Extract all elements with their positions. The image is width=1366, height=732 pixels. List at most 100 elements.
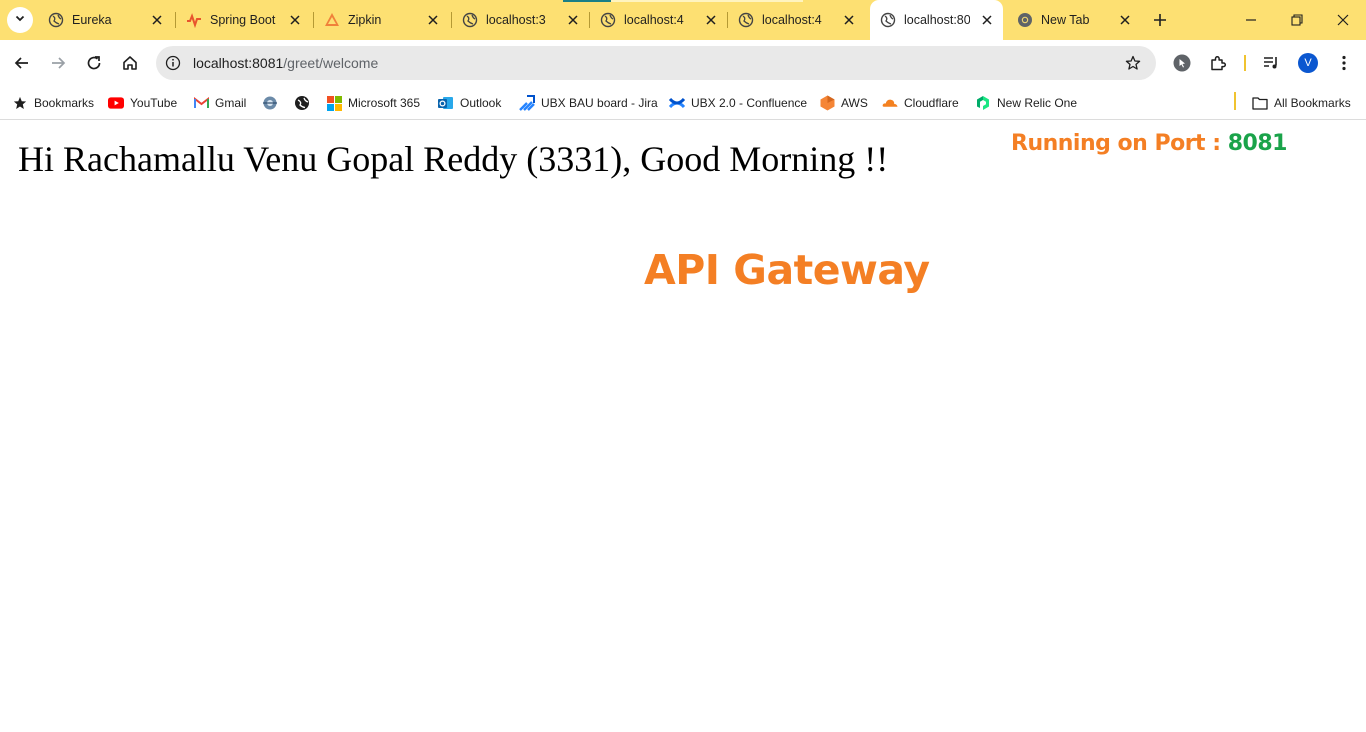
bookmarks-separator [1234, 92, 1236, 110]
tab-localhost-8081[interactable]: localhost:808 [870, 0, 1003, 40]
bookmark-label: Microsoft 365 [348, 96, 421, 110]
tab-new-tab[interactable]: New Tab [1007, 0, 1141, 40]
port-value: 8081 [1227, 131, 1288, 156]
url-path: /greet/welcome [283, 55, 379, 71]
tab-eureka[interactable]: Eureka [38, 0, 176, 40]
close-icon[interactable] [287, 12, 303, 28]
all-bookmarks-button[interactable]: All Bookmarks [1252, 91, 1351, 115]
cloudflare-icon [882, 95, 898, 111]
bookmark-item-outlook[interactable]: Outlook [438, 91, 501, 115]
toolbar-separator [1244, 55, 1246, 71]
tab-strip: Eureka Spring Boot Zipkin localhost:333 [0, 0, 1366, 40]
bookmark-item-youtube[interactable]: YouTube [108, 91, 177, 115]
globe-icon [48, 12, 64, 28]
reload-icon [87, 56, 101, 70]
bookmark-label: Gmail [215, 96, 247, 110]
close-icon[interactable] [149, 12, 165, 28]
site-info-icon[interactable] [164, 54, 182, 72]
bookmark-item-globe[interactable] [294, 91, 316, 115]
bookmark-label: YouTube [130, 96, 178, 110]
tab-search-button[interactable] [7, 7, 33, 33]
minimize-icon [1246, 19, 1256, 21]
close-icon[interactable] [841, 12, 857, 28]
bookmark-item-cloudflare[interactable]: Cloudflare [882, 91, 959, 115]
port-label: Running on Port : [1011, 131, 1228, 156]
tab-spring-boot[interactable]: Spring Boot [176, 0, 314, 40]
tab-localhost-444-b[interactable]: localhost:444 [728, 0, 866, 40]
bookmark-item-gmail[interactable]: Gmail [193, 91, 246, 115]
arrow-left-icon [14, 57, 28, 69]
star-icon [12, 95, 28, 111]
close-icon[interactable] [1117, 12, 1133, 28]
tab-title: Spring Boot [210, 13, 276, 27]
chevron-down-icon [14, 11, 26, 29]
reload-button[interactable] [78, 47, 110, 79]
close-icon[interactable] [565, 12, 581, 28]
bookmark-label: UBX 2.0 - Confluence [691, 96, 808, 110]
tab-localhost-444-a[interactable]: localhost:444 [590, 0, 728, 40]
tab-title: New Tab [1041, 13, 1090, 27]
extension-cursor-icon[interactable] [1170, 51, 1194, 75]
folder-icon [1252, 95, 1268, 111]
bookmark-label: Cloudflare [904, 96, 959, 110]
close-icon [1337, 14, 1349, 26]
profile-avatar[interactable]: V [1298, 53, 1318, 73]
bookmark-item-confluence[interactable]: UBX 2.0 - Confluence [669, 91, 807, 115]
bookmark-star-icon[interactable] [1124, 54, 1142, 72]
port-status: Running on Port : 8081 [1011, 131, 1287, 156]
home-button[interactable] [114, 47, 146, 79]
bookmarks-bar: Bookmarks YouTube Gmail Microsoft 365 Ou… [0, 86, 1366, 120]
bookmark-label: Bookmarks [34, 96, 95, 110]
bookmark-item-microsoft-365[interactable]: Microsoft 365 [326, 91, 420, 115]
minimize-button[interactable] [1228, 0, 1274, 40]
forward-button[interactable] [42, 47, 74, 79]
extensions-puzzle-icon[interactable] [1206, 51, 1230, 75]
close-icon[interactable] [425, 12, 441, 28]
menu-kebab-icon[interactable] [1332, 51, 1356, 75]
media-controls-icon[interactable] [1259, 51, 1283, 75]
aws-icon [819, 95, 835, 111]
tab-title: Eureka [72, 13, 112, 27]
bookmark-label: UBX BAU board - Jira [541, 96, 658, 110]
microsoft-icon [326, 95, 342, 111]
globe-icon [738, 12, 754, 28]
url-host: localhost:8081 [193, 55, 284, 71]
bookmark-label: AWS [841, 96, 868, 110]
globe-icon [600, 12, 616, 28]
home-icon [123, 56, 137, 70]
arrow-right-icon [52, 57, 66, 69]
address-bar[interactable]: localhost:8081/greet/welcome [156, 46, 1156, 80]
tab-zipkin[interactable]: Zipkin [314, 0, 452, 40]
jira-icon [519, 95, 535, 111]
new-relic-icon [975, 95, 991, 111]
spring-boot-admin-icon [186, 12, 202, 28]
url-text[interactable]: localhost:8081/greet/welcome [193, 55, 378, 71]
bookmark-item-app[interactable] [262, 91, 284, 115]
restore-button[interactable] [1274, 0, 1320, 40]
plus-icon [1154, 14, 1166, 26]
tab-title: Zipkin [348, 13, 382, 27]
close-window-button[interactable] [1320, 0, 1366, 40]
bookmark-item-jira[interactable]: UBX BAU board - Jira [519, 91, 658, 115]
globe-icon [880, 12, 896, 28]
close-icon[interactable] [979, 12, 995, 28]
globe-icon [294, 95, 310, 111]
new-tab-button[interactable] [1151, 11, 1169, 29]
youtube-icon [108, 95, 124, 111]
restore-icon [1291, 14, 1303, 26]
zipkin-icon [324, 12, 340, 28]
greeting-heading: Hi Rachamallu Venu Gopal Reddy (3331), G… [18, 139, 889, 179]
bookmark-label: Outlook [460, 96, 502, 110]
bookmark-item-bookmarks[interactable]: Bookmarks [12, 91, 94, 115]
gmail-icon [193, 95, 209, 111]
close-icon[interactable] [703, 12, 719, 28]
bookmark-item-new-relic[interactable]: New Relic One [975, 91, 1077, 115]
back-button[interactable] [6, 47, 38, 79]
bookmark-label: New Relic One [997, 96, 1078, 110]
bookmark-item-aws[interactable]: AWS [819, 91, 868, 115]
outlook-icon [438, 95, 454, 111]
tab-localhost-3331[interactable]: localhost:333 [452, 0, 590, 40]
confluence-icon [669, 95, 685, 111]
tab-title: localhost:444 [624, 13, 684, 27]
tab-title: localhost:444 [762, 13, 822, 27]
